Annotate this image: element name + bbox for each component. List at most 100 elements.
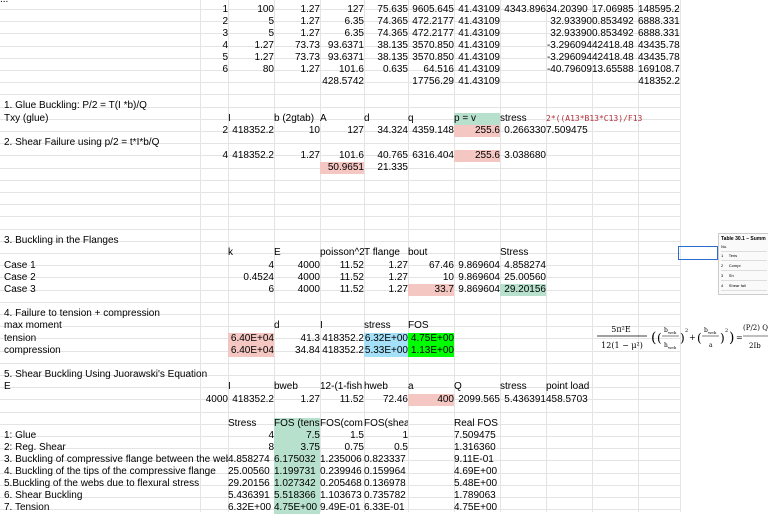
cell-t5i[interactable]: 42418.48	[592, 52, 638, 64]
cell-t6[interactable]: 6	[200, 64, 228, 76]
cell-s1r1c[interactable]: b (2gtab)	[274, 113, 320, 125]
cell-s5h4[interactable]: hweb	[364, 381, 408, 393]
cell-sth4[interactable]: FOS(shear)	[364, 418, 408, 430]
cell-sr1b[interactable]: 7.5	[274, 430, 320, 442]
cell-t3j[interactable]: 6888.331	[638, 28, 680, 40]
cell-t7j[interactable]: 418352.2	[638, 76, 680, 88]
cell-sr5e[interactable]: 5.48E+00	[454, 478, 500, 490]
cell-t6a[interactable]: 80	[228, 64, 274, 76]
cell-s3c1c[interactable]: 11.52	[320, 260, 364, 272]
cell-t4h[interactable]: -3.296094	[546, 40, 592, 52]
cell-t1[interactable]: 1	[200, 4, 228, 16]
selected-cell[interactable]	[678, 246, 718, 260]
cell-sr5a[interactable]: 29.20156	[228, 478, 274, 490]
cell-s4r1[interactable]: tension	[4, 333, 154, 345]
cell-s3h2[interactable]: E	[274, 247, 320, 259]
cell-t4b[interactable]: 73.73	[274, 40, 320, 52]
cell-s1r2h[interactable]: 0.266330	[500, 125, 546, 137]
cell-t6c[interactable]: 101.6	[320, 64, 364, 76]
cell-sr2[interactable]: 2: Reg. Shear	[4, 442, 224, 454]
cell-s5r1a[interactable]: 4000	[200, 394, 228, 406]
cell-s4h2[interactable]: I	[320, 320, 364, 332]
cell-s2r1b[interactable]: 418352.2	[228, 150, 274, 162]
cell-sr6d[interactable]: 0.735782	[364, 490, 408, 502]
cell-sr2b[interactable]: 3.75	[274, 442, 320, 454]
cell-s4r2b[interactable]: 34.84	[274, 345, 320, 357]
cell-t4e[interactable]: 3570.850	[408, 40, 454, 52]
cell-sr1e[interactable]: 7.509475	[454, 430, 500, 442]
cell-s3c1g[interactable]: 4.858274	[500, 260, 546, 272]
cell-s3h3[interactable]: poisson^2	[320, 247, 364, 259]
cell-sr3d[interactable]: 0.823337	[364, 454, 408, 466]
cell-s1r2g[interactable]: 255.6	[454, 125, 500, 137]
cell-t5e[interactable]: 3570.850	[408, 52, 454, 64]
cell-s4r1d[interactable]: 6.32E+00	[364, 333, 408, 345]
cell-s4r1b[interactable]: 41.3	[274, 333, 320, 345]
cell-sr5c[interactable]: 0.205468	[320, 478, 364, 490]
cell-sr4c[interactable]: 0.239946	[320, 466, 364, 478]
cell-s3c2f[interactable]: 9.869604	[454, 272, 500, 284]
cell-s5r1g[interactable]: 2099.565	[454, 394, 500, 406]
cell-s5h6[interactable]: Q	[454, 381, 500, 393]
cell-sr6e[interactable]: 1.789063	[454, 490, 500, 502]
cell-t2i[interactable]: 0.853492	[592, 16, 638, 28]
cell-s1r2d[interactable]: 127	[320, 125, 364, 137]
cell-s4r2[interactable]: compression	[4, 345, 154, 357]
cell-s2r1g[interactable]: 255.6	[454, 150, 500, 162]
cell-t2h[interactable]: 32.93390	[546, 16, 592, 28]
cell-s3c3g[interactable]: 29.20156	[500, 284, 546, 296]
cell-s4[interactable]: 4. Failure to tension + compression	[4, 308, 304, 320]
cell-t2b[interactable]: 1.27	[274, 16, 320, 28]
cell-t3a[interactable]: 5	[228, 28, 274, 40]
cell-t1c[interactable]: 127	[320, 4, 364, 16]
cell-sr2a[interactable]: 8	[228, 442, 274, 454]
cell-s1r2i[interactable]: 7.509475	[546, 125, 592, 137]
cell-sr5b[interactable]: 1.027342	[274, 478, 320, 490]
cell-t6h[interactable]: -40.79609	[546, 64, 592, 76]
cell-s4r1c[interactable]: 418352.2	[320, 333, 364, 345]
cell-t1f[interactable]: 41.43109	[454, 4, 500, 16]
cell-sr4a[interactable]: 25.00560	[228, 466, 274, 478]
cell-s5h2[interactable]: bweb	[274, 381, 320, 393]
cell-s3c2d[interactable]: 1.27	[364, 272, 408, 284]
cell-t2c[interactable]: 6.35	[320, 16, 364, 28]
cell-t3i[interactable]: 0.853492	[592, 28, 638, 40]
cell-t4c[interactable]: 93.6371	[320, 40, 364, 52]
cell-s3c3f[interactable]: 9.869604	[454, 284, 500, 296]
cell-s1r1d[interactable]: A	[320, 113, 364, 125]
cell-sr3e[interactable]: 9.11E-01	[454, 454, 500, 466]
cell-t3e[interactable]: 472.2177	[408, 28, 454, 40]
cell-t6d[interactable]: 0.635	[364, 64, 408, 76]
cell-t5c[interactable]: 93.6371	[320, 52, 364, 64]
cell-t6i[interactable]: 13.65588	[592, 64, 638, 76]
cell-s3c3d[interactable]: 1.27	[364, 284, 408, 296]
cell-t4[interactable]: 4	[200, 40, 228, 52]
cell-s3c3e[interactable]: 33.7	[408, 284, 454, 296]
cell-t5[interactable]: 5	[200, 52, 228, 64]
cell-s3h1[interactable]: k	[228, 247, 274, 259]
cell-t3f[interactable]: 41.43109	[454, 28, 500, 40]
cell-t3d[interactable]: 74.365	[364, 28, 408, 40]
cell-sr1[interactable]: 1: Glue	[4, 430, 224, 442]
cell-r0c0[interactable]: ...	[0, 0, 20, 6]
cell-s4r1e[interactable]: 4.75E+00	[408, 333, 454, 345]
cell-t6j[interactable]: 169108.7	[638, 64, 680, 76]
cell-t7c[interactable]: 428.5742	[320, 76, 364, 88]
cell-sr6c[interactable]: 1.103673	[320, 490, 364, 502]
cell-sth2[interactable]: FOS (tens	[274, 418, 320, 430]
cell-s1r2f[interactable]: 4359.148	[408, 125, 454, 137]
cell-s4r2e[interactable]: 1.13E+00	[408, 345, 454, 357]
cell-s1r1a[interactable]: Txy (glue)	[4, 113, 154, 125]
cell-sr2e[interactable]: 1.316360	[454, 442, 500, 454]
cell-s1r2a[interactable]: 2	[200, 125, 228, 137]
cell-s2r1d[interactable]: 101.6	[320, 150, 364, 162]
cell-t7e[interactable]: 17756.29	[408, 76, 454, 88]
cell-s1r2e[interactable]: 34.324	[364, 125, 408, 137]
cell-sr7a[interactable]: 6.32E+00	[228, 502, 274, 514]
cell-sth1[interactable]: Stress	[228, 418, 274, 430]
cell-s4r2d[interactable]: 5.33E+00	[364, 345, 408, 357]
cell-t6f[interactable]: 41.43109	[454, 64, 500, 76]
cell-t5f[interactable]: 41.43109	[454, 52, 500, 64]
cell-sr6b[interactable]: 5.518366	[274, 490, 320, 502]
cell-s3c1[interactable]: Case 1	[4, 260, 104, 272]
